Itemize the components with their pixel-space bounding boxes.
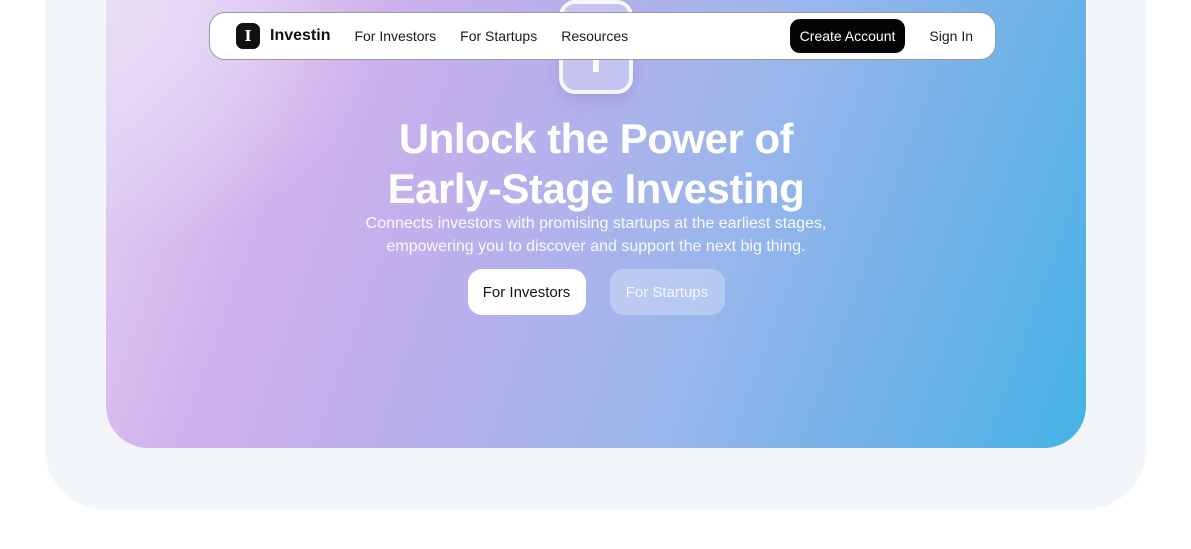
brand-logo[interactable]: I Investin: [236, 23, 330, 49]
brand-icon-glyph: I: [244, 27, 252, 45]
nav-links: For Investors For Startups Resources: [354, 28, 628, 44]
top-navbar: I Investin For Investors For Startups Re…: [209, 12, 996, 60]
hero-headline: Unlock the Power of Early-Stage Investin…: [106, 114, 1086, 214]
headline-line-1: Unlock the Power of: [398, 115, 794, 162]
for-startups-cta-button[interactable]: For Startups: [609, 269, 725, 315]
nav-link-resources[interactable]: Resources: [561, 28, 628, 44]
subtext-line-2: empowering you to discover and support t…: [386, 238, 806, 255]
subtext-line-1: Connects investors with promising startu…: [365, 215, 827, 232]
create-account-button[interactable]: Create Account: [789, 19, 906, 53]
investin-logo-icon: I: [236, 23, 260, 49]
nav-link-for-investors[interactable]: For Investors: [354, 28, 436, 44]
nav-link-for-startups[interactable]: For Startups: [460, 28, 537, 44]
sign-in-button[interactable]: Sign In: [917, 28, 985, 44]
brand-name: Investin: [270, 27, 331, 44]
for-investors-cta-button[interactable]: For Investors: [467, 269, 586, 315]
headline-line-2: Early-Stage Investing: [387, 165, 805, 212]
nav-actions: Create Account Sign In: [789, 19, 985, 53]
hero-section: I Unlock the Power of Early-Stage Invest…: [106, 0, 1086, 448]
hero-cta-row: For Investors For Startups: [106, 269, 1086, 315]
hero-subtext: Connects investors with promising startu…: [106, 212, 1086, 258]
